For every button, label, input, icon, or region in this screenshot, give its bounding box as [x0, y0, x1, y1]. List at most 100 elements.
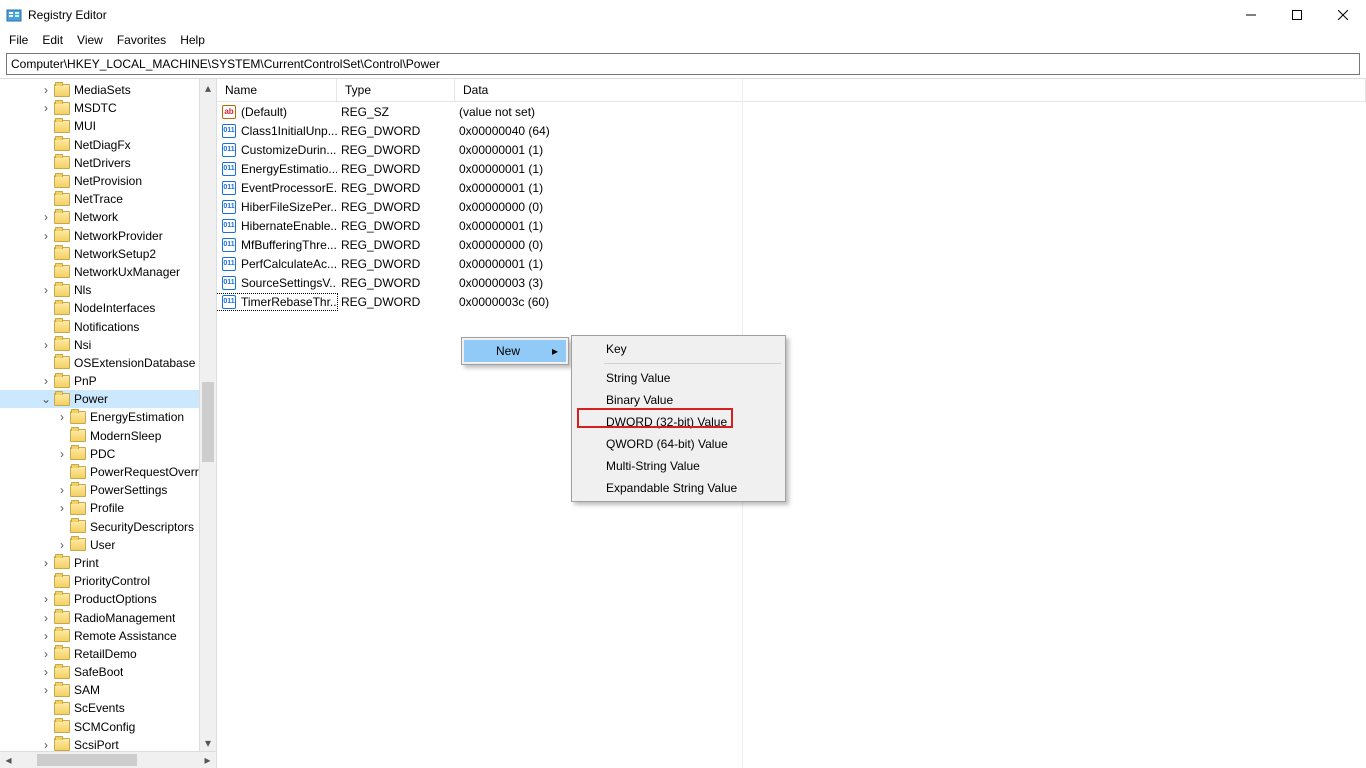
tree-item[interactable]: ›NetProvision: [0, 172, 216, 190]
caret-right-icon[interactable]: ›: [40, 84, 52, 96]
values-list[interactable]: ab(Default)REG_SZ(value not set)011Class…: [217, 102, 1366, 311]
value-row[interactable]: 011HibernateEnable...REG_DWORD0x00000001…: [217, 216, 1366, 235]
tree-item[interactable]: ›NodeInterfaces: [0, 299, 216, 317]
address-bar[interactable]: Computer\HKEY_LOCAL_MACHINE\SYSTEM\Curre…: [6, 53, 1360, 75]
tree-item[interactable]: ›ScEvents: [0, 699, 216, 717]
caret-right-icon[interactable]: ›: [40, 230, 52, 242]
value-data: 0x00000000 (0): [455, 200, 1366, 214]
value-row[interactable]: 011TimerRebaseThr...REG_DWORD0x0000003c …: [217, 292, 1366, 311]
scroll-down-icon[interactable]: ▾: [200, 734, 216, 751]
tree-item[interactable]: ›ProductOptions: [0, 590, 216, 608]
tree-item[interactable]: ›Nls: [0, 281, 216, 299]
caret-right-icon[interactable]: ›: [40, 630, 52, 642]
value-row[interactable]: 011PerfCalculateAc...REG_DWORD0x00000001…: [217, 254, 1366, 273]
value-row[interactable]: 011CustomizeDurin...REG_DWORD0x00000001 …: [217, 140, 1366, 159]
tree-item[interactable]: ›Network: [0, 208, 216, 226]
caret-right-icon[interactable]: ›: [40, 339, 52, 351]
caret-right-icon[interactable]: ›: [56, 448, 68, 460]
tree-item[interactable]: ›RadioManagement: [0, 608, 216, 626]
tree-item[interactable]: ›NetTrace: [0, 190, 216, 208]
tree-item[interactable]: ›NetDiagFx: [0, 136, 216, 154]
value-row[interactable]: 011EnergyEstimatio...REG_DWORD0x00000001…: [217, 159, 1366, 178]
tree-item[interactable]: ›PowerSettings: [0, 481, 216, 499]
caret-right-icon[interactable]: ›: [56, 539, 68, 551]
context-item-key[interactable]: Key: [574, 338, 783, 360]
tree-item[interactable]: ›Profile: [0, 499, 216, 517]
caret-right-icon[interactable]: ›: [56, 411, 68, 423]
tree-item[interactable]: ›PowerRequestOverride: [0, 463, 216, 481]
scroll-thumb[interactable]: [202, 382, 214, 462]
caret-right-icon[interactable]: ›: [40, 612, 52, 624]
context-item-multistring[interactable]: Multi-String Value: [574, 455, 783, 477]
tree-item[interactable]: ›Notifications: [0, 317, 216, 335]
scroll-thumb[interactable]: [37, 754, 137, 766]
tree-item[interactable]: ›PriorityControl: [0, 572, 216, 590]
tree-item[interactable]: ›MSDTC: [0, 99, 216, 117]
tree-item[interactable]: ›SecurityDescriptors: [0, 518, 216, 536]
caret-right-icon[interactable]: ›: [40, 211, 52, 223]
tree-item[interactable]: ›EnergyEstimation: [0, 408, 216, 426]
close-button[interactable]: [1320, 0, 1366, 30]
context-item-dword[interactable]: DWORD (32-bit) Value: [574, 411, 783, 433]
context-item-qword[interactable]: QWORD (64-bit) Value: [574, 433, 783, 455]
tree-item[interactable]: ›ModernSleep: [0, 427, 216, 445]
column-name[interactable]: Name: [217, 79, 337, 101]
caret-right-icon[interactable]: ›: [40, 739, 52, 751]
caret-right-icon[interactable]: ›: [40, 102, 52, 114]
registry-tree[interactable]: ›MediaSets›MSDTC›MUI›NetDiagFx›NetDriver…: [0, 79, 216, 751]
value-row[interactable]: 011MfBufferingThre...REG_DWORD0x00000000…: [217, 235, 1366, 254]
value-row[interactable]: 011Class1InitialUnp...REG_DWORD0x0000004…: [217, 121, 1366, 140]
tree-item[interactable]: ›NetworkProvider: [0, 227, 216, 245]
scroll-left-icon[interactable]: ◂: [0, 752, 17, 768]
caret-right-icon[interactable]: ›: [40, 557, 52, 569]
value-row[interactable]: 011HiberFileSizePer...REG_DWORD0x0000000…: [217, 197, 1366, 216]
menu-help[interactable]: Help: [173, 31, 212, 49]
context-menu-new[interactable]: New ▸: [464, 340, 566, 362]
column-data[interactable]: Data: [455, 79, 1366, 101]
value-row[interactable]: 011EventProcessorE...REG_DWORD0x00000001…: [217, 178, 1366, 197]
value-row[interactable]: 011SourceSettingsV...REG_DWORD0x00000003…: [217, 273, 1366, 292]
tree-item[interactable]: ›NetworkSetup2: [0, 245, 216, 263]
caret-right-icon[interactable]: ›: [40, 648, 52, 660]
tree-item[interactable]: ›NetDrivers: [0, 154, 216, 172]
caret-right-icon[interactable]: ›: [56, 502, 68, 514]
maximize-button[interactable]: [1274, 0, 1320, 30]
tree-item[interactable]: ›User: [0, 536, 216, 554]
menu-file[interactable]: File: [2, 31, 35, 49]
tree-horizontal-scrollbar[interactable]: ◂ ▸: [0, 751, 216, 768]
tree-item[interactable]: ›PDC: [0, 445, 216, 463]
caret-right-icon[interactable]: ›: [40, 593, 52, 605]
tree-item[interactable]: ›OSExtensionDatabase: [0, 354, 216, 372]
caret-right-icon[interactable]: ›: [40, 284, 52, 296]
tree-item[interactable]: ›SAM: [0, 681, 216, 699]
minimize-button[interactable]: [1228, 0, 1274, 30]
tree-item[interactable]: ›SCMConfig: [0, 718, 216, 736]
tree-item[interactable]: ›Nsi: [0, 336, 216, 354]
tree-item[interactable]: ›SafeBoot: [0, 663, 216, 681]
context-item-binary[interactable]: Binary Value: [574, 389, 783, 411]
caret-right-icon[interactable]: ›: [40, 375, 52, 387]
caret-right-icon[interactable]: ›: [56, 484, 68, 496]
caret-right-icon[interactable]: ›: [40, 666, 52, 678]
tree-item[interactable]: ⌄Power: [0, 390, 216, 408]
caret-right-icon[interactable]: ›: [40, 684, 52, 696]
context-item-expandstring[interactable]: Expandable String Value: [574, 477, 783, 499]
scroll-right-icon[interactable]: ▸: [199, 752, 216, 768]
tree-item[interactable]: ›NetworkUxManager: [0, 263, 216, 281]
caret-down-icon[interactable]: ⌄: [40, 393, 52, 405]
menu-favorites[interactable]: Favorites: [110, 31, 173, 49]
tree-vertical-scrollbar[interactable]: ▴ ▾: [199, 79, 216, 751]
tree-item[interactable]: ›ScsiPort: [0, 736, 216, 751]
menu-edit[interactable]: Edit: [35, 31, 70, 49]
tree-item[interactable]: ›Print: [0, 554, 216, 572]
tree-item[interactable]: ›MediaSets: [0, 81, 216, 99]
menu-view[interactable]: View: [70, 31, 110, 49]
column-type[interactable]: Type: [337, 79, 455, 101]
tree-item[interactable]: ›Remote Assistance: [0, 627, 216, 645]
tree-item[interactable]: ›RetailDemo: [0, 645, 216, 663]
scroll-up-icon[interactable]: ▴: [200, 79, 216, 96]
value-row[interactable]: ab(Default)REG_SZ(value not set): [217, 102, 1366, 121]
context-item-string[interactable]: String Value: [574, 367, 783, 389]
tree-item[interactable]: ›MUI: [0, 117, 216, 135]
tree-item[interactable]: ›PnP: [0, 372, 216, 390]
